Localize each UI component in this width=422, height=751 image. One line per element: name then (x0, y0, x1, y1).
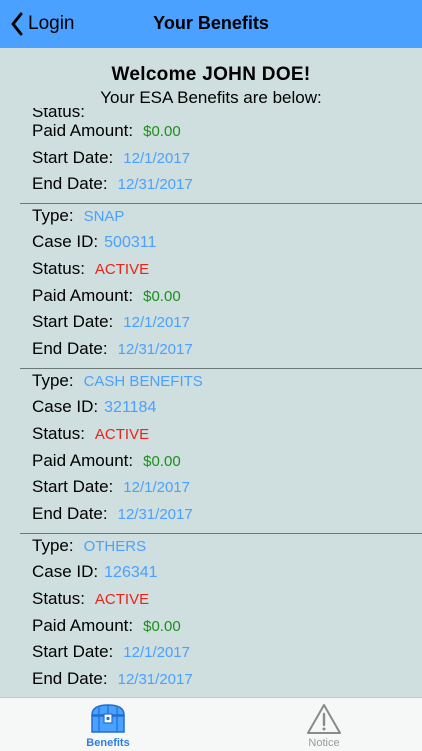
type-row: Type: SNAP (32, 206, 124, 230)
divider (20, 368, 422, 369)
divider (20, 533, 422, 534)
start-date-row: Start Date: 12/1/2017 (32, 312, 190, 336)
status-row: Status: ACTIVE (32, 424, 149, 448)
case-id-row: Case ID: 500311 (32, 232, 156, 256)
case-id-value: 500311 (104, 234, 157, 251)
paid-amount-value: $0.00 (143, 123, 181, 140)
start-date-label: Start Date: (32, 642, 114, 661)
type-value: SNAP (83, 208, 125, 225)
paid-amount-label: Paid Amount: (32, 121, 134, 140)
end-date-value: 12/31/2017 (117, 176, 193, 193)
case-id-value: 126341 (104, 564, 158, 581)
status-label: Status: (32, 259, 85, 278)
status-row: Status: ACTIVE (32, 589, 149, 613)
end-date-row: End Date: 12/31/2017 (32, 504, 193, 528)
end-date-row: End Date: 12/31/2017 (32, 174, 193, 198)
tab-bar: Benefits Notice (0, 697, 422, 751)
status-value: ACTIVE (94, 591, 150, 608)
paid-amount-label: Paid Amount: (32, 286, 134, 305)
welcome-heading: Welcome JOHN DOE! (111, 64, 311, 85)
case-id-row: Case ID: 321184 (32, 397, 156, 421)
start-date-label: Start Date: (32, 477, 114, 496)
paid-amount-value: $0.00 (143, 618, 181, 635)
case-id-value: 321184 (104, 399, 157, 416)
type-value: OTHERS (83, 538, 147, 555)
welcome-subtitle: Your ESA Benefits are below: (100, 88, 322, 107)
start-date-label: Start Date: (32, 312, 114, 331)
start-date-row: Start Date: 12/1/2017 (32, 148, 190, 172)
paid-amount-row: Paid Amount: $0.00 (32, 286, 181, 310)
end-date-label: End Date: (32, 504, 108, 523)
start-date-row: Start Date: 12/1/2017 (32, 477, 190, 501)
status-label-cut: Status: (32, 108, 85, 121)
type-label: Type: (32, 371, 74, 390)
page-title: Your Benefits (153, 13, 269, 33)
type-value: CASH BENEFITS (83, 373, 203, 390)
tab-benefits-label: Benefits (86, 737, 130, 749)
type-label: Type: (32, 206, 74, 225)
end-date-value: 12/31/2017 (117, 341, 193, 358)
start-date-value: 12/1/2017 (123, 314, 190, 331)
status-value: ACTIVE (94, 261, 150, 278)
case-id-label: Case ID: (32, 397, 99, 416)
treasure-chest-icon (91, 704, 125, 733)
start-date-value: 12/1/2017 (123, 644, 190, 661)
start-date-value: 12/1/2017 (123, 150, 190, 167)
tab-notice[interactable]: Notice (254, 698, 394, 751)
paid-amount-row: Paid Amount: $0.00 (32, 451, 181, 475)
status-label: Status: (32, 424, 85, 443)
type-label: Type: (32, 536, 74, 555)
warning-triangle-icon (307, 704, 341, 734)
start-date-row: Start Date: 12/1/2017 (32, 642, 190, 666)
end-date-label: End Date: (32, 339, 108, 358)
paid-amount-label: Paid Amount: (32, 616, 134, 635)
start-date-value: 12/1/2017 (123, 479, 190, 496)
paid-amount-row: Paid Amount: $0.00 (32, 616, 181, 640)
start-date-label: Start Date: (32, 148, 114, 167)
end-date-value: 12/31/2017 (117, 671, 193, 688)
paid-amount-value: $0.00 (143, 288, 181, 305)
benefits-list[interactable]: Status: Paid Amount: $0.00 Start Date: 1… (0, 108, 422, 697)
divider (20, 203, 422, 204)
paid-amount-value: $0.00 (143, 453, 181, 470)
paid-amount-label: Paid Amount: (32, 451, 134, 470)
navigation-bar: Login Your Benefits (0, 0, 422, 48)
end-date-value: 12/31/2017 (117, 506, 193, 523)
status-label: Status: (32, 589, 85, 608)
tab-benefits[interactable]: Benefits (38, 698, 178, 751)
case-id-label: Case ID: (32, 232, 99, 251)
paid-amount-row: Paid Amount: $0.00 (32, 121, 181, 145)
type-row: Type: CASH BENEFITS (32, 371, 203, 395)
status-row: Status: ACTIVE (32, 259, 149, 283)
end-date-label: End Date: (32, 174, 108, 193)
status-value: ACTIVE (94, 426, 150, 443)
case-id-label: Case ID: (32, 562, 99, 581)
end-date-row: End Date: 12/31/2017 (32, 339, 193, 363)
end-date-label: End Date: (32, 669, 108, 688)
end-date-row: End Date: 12/31/2017 (32, 669, 193, 693)
type-row: Type: OTHERS (32, 536, 146, 560)
tab-notice-label: Notice (308, 737, 340, 749)
case-id-row: Case ID: 126341 (32, 562, 158, 586)
